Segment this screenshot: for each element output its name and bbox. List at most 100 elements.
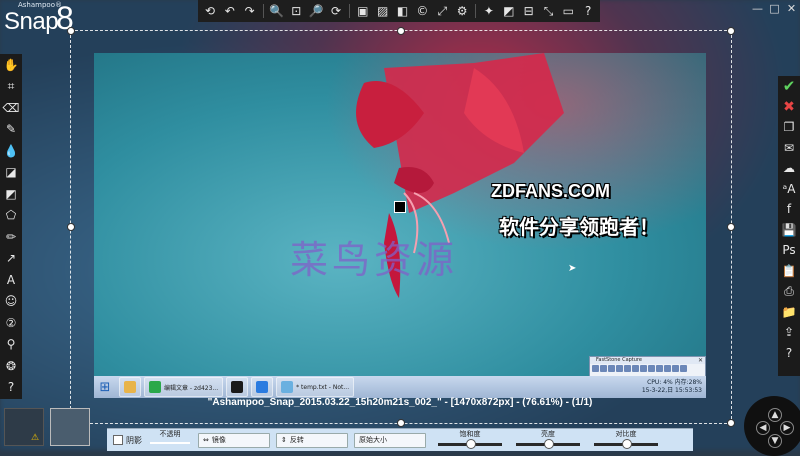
help-tool-icon[interactable]: ? xyxy=(2,377,20,399)
upload-cloud-icon[interactable]: ☁ xyxy=(780,158,798,179)
resize-handle-top-right[interactable] xyxy=(727,27,735,35)
eraser-tool-icon[interactable]: ⌫ xyxy=(2,97,20,119)
shrink-icon[interactable]: ⤡ xyxy=(540,2,558,20)
qq-icon xyxy=(231,381,244,393)
numbering-tool-icon[interactable]: ② xyxy=(2,312,20,334)
border-icon[interactable]: ▭ xyxy=(559,2,577,20)
system-tray: CPU: 4% 内存:28% 15-3-22,日 15:53:53 xyxy=(642,379,702,395)
undo-icon[interactable]: ↶ xyxy=(221,2,239,20)
faststone-close-icon: ✕ xyxy=(697,357,703,364)
zoom-in-icon[interactable]: 🔎 xyxy=(307,2,325,20)
left-tools-toolbar: ✋ ⌗ ⌫ ✎ 💧 ◪ ◩ ⬠ ✏ ↗ A ☺ ② ⚲ ❂? xyxy=(0,54,22,399)
mirror-button[interactable]: ⇔ 镜像 xyxy=(198,432,270,448)
arrow-tool-icon[interactable]: ↗ xyxy=(2,248,20,270)
overlay-text-site: ZDFANS.COM xyxy=(491,181,610,201)
pen-tool-icon[interactable]: ✎ xyxy=(2,119,20,141)
facebook-icon[interactable]: f xyxy=(780,199,798,220)
save-icon[interactable]: 💾 xyxy=(780,220,798,241)
clipboard-icon[interactable]: 📋 xyxy=(780,261,798,282)
redo-icon[interactable]: ↷ xyxy=(241,2,259,20)
color-drop-icon[interactable]: 💧 xyxy=(2,140,20,162)
zoom-fit-icon[interactable]: ⊡ xyxy=(287,2,305,20)
image-frame-icon[interactable]: ▨ xyxy=(374,2,392,20)
resize-handle-top-left[interactable] xyxy=(67,27,75,35)
shadow-checkbox[interactable]: 阴影 xyxy=(113,435,142,446)
resize-handle-bottom[interactable] xyxy=(397,419,405,427)
invert-icon: ⇕ xyxy=(281,436,287,444)
pencil-tool-icon[interactable]: ✏ xyxy=(2,226,20,248)
invert-button[interactable]: ⇕ 反转 xyxy=(276,432,348,448)
mirror-icon: ⇔ xyxy=(203,436,209,444)
saturation-slider[interactable]: 饱和度 xyxy=(436,429,504,451)
image-canvas[interactable]: ZDFANS.COM 软件分享领跑者！ 菜鸟资源 ➤ FastStone Cap… xyxy=(94,53,706,398)
bottom-options-panel: 阴影 不透明 ⇔ 镜像 ⇕ 反转 原始大小 饱和度 亮度 对比度 xyxy=(107,428,693,451)
nav-down-icon[interactable]: ▼ xyxy=(768,434,782,448)
stamp-tool-icon[interactable]: ⚲ xyxy=(2,334,20,356)
fill-tool-icon[interactable]: ◪ xyxy=(2,162,20,184)
photoshop-icon[interactable]: Ps xyxy=(780,240,798,261)
opacity-track[interactable] xyxy=(150,442,190,444)
cursor-marker[interactable] xyxy=(394,201,406,213)
resize-handle-right[interactable] xyxy=(727,223,735,231)
toolbar-separator xyxy=(348,4,350,18)
copy-icon[interactable]: ❐ xyxy=(780,117,798,138)
thumbnail-item-active[interactable] xyxy=(50,408,90,446)
cancel-icon[interactable]: ✖ xyxy=(780,97,798,118)
crop-tool-icon[interactable]: ⌗ xyxy=(2,76,20,98)
magic-wand-icon[interactable]: ✦ xyxy=(480,2,498,20)
ocr-icon[interactable]: ᵃA xyxy=(780,179,798,200)
rotate-icon[interactable]: ⟳ xyxy=(327,2,345,20)
taskbar-item-label: 编辑文章 - zd423... xyxy=(164,384,219,392)
resize-icon[interactable]: ⤢ xyxy=(433,2,451,20)
blur-tool-icon[interactable]: ❂ xyxy=(2,355,20,377)
contrast-slider[interactable]: 对比度 xyxy=(592,429,660,451)
text-tool-icon[interactable]: A xyxy=(2,269,20,291)
saturation-thumb[interactable] xyxy=(466,439,476,449)
nav-left-icon[interactable]: ◀ xyxy=(756,421,770,435)
original-size-button[interactable]: 原始大小 xyxy=(354,432,426,448)
opacity-control[interactable]: 不透明 xyxy=(148,429,192,451)
fs-tool-icon xyxy=(672,365,679,372)
copyright-icon[interactable]: © xyxy=(413,2,431,20)
taskbar-item-notepad: * temp.txt - Not... xyxy=(276,377,355,397)
taskbar-item-qq xyxy=(226,377,249,397)
app-icon xyxy=(256,381,269,393)
accept-icon[interactable]: ✔ xyxy=(780,76,798,97)
resize-handle-top[interactable] xyxy=(397,27,405,35)
brightness-slider[interactable]: 亮度 xyxy=(514,429,582,451)
help-icon[interactable]: ? xyxy=(579,2,597,20)
nav-up-icon[interactable]: ▲ xyxy=(768,408,782,422)
print-icon[interactable]: ⎙ xyxy=(780,281,798,302)
close-button[interactable]: ✕ xyxy=(783,0,800,16)
thumbnail-strip: ⚠ xyxy=(4,408,90,446)
folder-icon[interactable]: 📁 xyxy=(780,302,798,323)
nav-right-icon[interactable]: ▶ xyxy=(780,421,794,435)
contrast-label: 对比度 xyxy=(615,430,637,438)
resize-handle-bottom-right[interactable] xyxy=(727,419,735,427)
hand-tool-icon[interactable]: ✋ xyxy=(2,54,20,76)
mouse-pointer-icon: ➤ xyxy=(568,263,577,274)
zoom-out-icon[interactable]: 🔍 xyxy=(268,2,286,20)
resize-handle-left[interactable] xyxy=(67,223,75,231)
maximize-button[interactable]: □ xyxy=(766,0,783,16)
settings-icon[interactable]: ⚙ xyxy=(453,2,471,20)
fit-icon[interactable]: ⊟ xyxy=(520,2,538,20)
shadow-checkbox-box[interactable] xyxy=(113,435,123,445)
thumbnail-item[interactable]: ⚠ xyxy=(4,408,44,446)
export-icon[interactable]: ⇪ xyxy=(780,322,798,343)
color-fill-icon[interactable]: ◧ xyxy=(394,2,412,20)
overlay-text-slogan: 软件分享领跑者！ xyxy=(499,215,659,239)
minimize-button[interactable]: — xyxy=(749,0,766,16)
brightness-thumb[interactable] xyxy=(544,439,554,449)
crop-edge-icon[interactable]: ◩ xyxy=(500,2,518,20)
help-right-icon[interactable]: ? xyxy=(780,343,798,364)
highlight-tool-icon[interactable]: ◩ xyxy=(2,183,20,205)
shapes-tool-icon[interactable]: ⬠ xyxy=(2,205,20,227)
undo-all-icon[interactable]: ⟲ xyxy=(201,2,219,20)
image-effects-icon[interactable]: ▣ xyxy=(354,2,372,20)
contrast-thumb[interactable] xyxy=(622,439,632,449)
faststone-title: FastStone Capture xyxy=(590,357,705,364)
top-toolbar: ⟲ ↶ ↷ 🔍 ⊡ 🔎 ⟳ ▣ ▨ ◧ © ⤢ ⚙ ✦ ◩ ⊟ ⤡ ▭? xyxy=(198,0,600,22)
smiley-tool-icon[interactable]: ☺ xyxy=(2,291,20,313)
email-icon[interactable]: ✉ xyxy=(780,138,798,159)
